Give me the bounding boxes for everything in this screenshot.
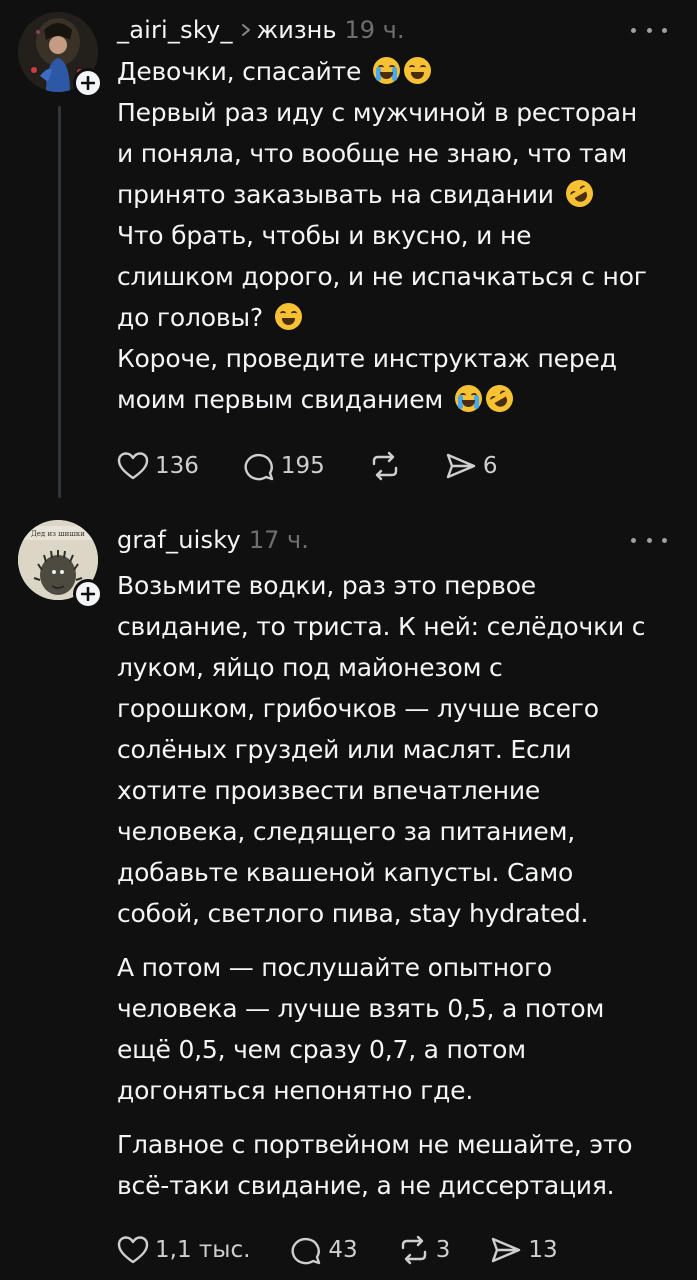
text-line: Что брать, чтобы и вкусно, и не (117, 221, 532, 250)
thread-line (58, 106, 61, 498)
text-line: слишком дорого, и не испачкаться с ног (117, 262, 647, 291)
text-line: собой, светлого пива, stay hydrated. (117, 899, 589, 928)
repost-icon (372, 451, 398, 481)
more-dots-icon (631, 537, 636, 543)
text-line: Возьмите водки, раз это первое (117, 571, 536, 600)
text-line: хотите произвести впечатление (117, 776, 541, 805)
more-dot (662, 27, 667, 33)
reply-button[interactable]: 43 (290, 1235, 358, 1265)
more-dot (662, 537, 667, 543)
follow-button[interactable] (73, 68, 103, 98)
heart-icon (117, 452, 149, 480)
send-icon (492, 1237, 521, 1263)
share-button[interactable]: 6 (445, 451, 498, 481)
text: моим первым свиданием (117, 385, 444, 414)
text-line: Главное с портвейном не мешайте, это (117, 1130, 633, 1159)
post-header: graf_uisky 17 ч. (117, 520, 309, 560)
paragraph: Возьмите водки, раз это первое свидание,… (117, 565, 677, 934)
text-line: догоняться непонятно где. (117, 1076, 474, 1105)
text: принято заказывать на свидании (117, 180, 554, 209)
post-time: 17 ч. (248, 526, 309, 554)
username[interactable]: graf_uisky (117, 526, 241, 554)
like-count: 1,1 тыс. (155, 1237, 251, 1263)
paragraph: Главное с портвейном не мешайте, это всё… (117, 1124, 677, 1206)
crying-face-emoji-icon (372, 57, 400, 84)
text-line: человека — лучше взять 0,5, а потом (117, 994, 605, 1023)
repost-icon (401, 1235, 426, 1265)
text-line: солёных груздей или маслят. Если (117, 735, 572, 764)
more-button[interactable] (631, 15, 667, 45)
reply-count: 43 (328, 1237, 358, 1263)
text-line: А потом — послушайте опытного (117, 953, 553, 982)
laughing-face-emoji-icon (274, 303, 302, 330)
repost-count: 3 (435, 1237, 451, 1263)
plus-icon (81, 76, 95, 90)
post-body: Девочки, спасайте Первый раз иду с мужчи… (117, 51, 677, 420)
share-count: 13 (528, 1237, 558, 1263)
text-line: всё-таки свидание, а не диссертация. (117, 1171, 615, 1200)
rofl-emoji-icon (480, 380, 518, 417)
more-dots-icon (631, 27, 636, 33)
text-line: ещё 0,5, чем сразу 0,7, а потом (117, 1035, 526, 1064)
like-button[interactable]: 136 (117, 451, 199, 481)
like-count: 136 (155, 453, 199, 479)
rofl-emoji-icon (560, 175, 598, 212)
chevron-right-icon (241, 18, 251, 43)
send-icon (446, 453, 476, 479)
text: до головы? (117, 303, 263, 332)
avatar-caption: Дед из шишки (31, 530, 85, 538)
text-line: Первый раз иду с мужчиной в ресторан (117, 98, 638, 127)
more-dot (646, 537, 652, 543)
post-header: _airi_sky_ жизнь 19 ч. (117, 10, 404, 50)
share-button[interactable]: 13 (490, 1235, 558, 1265)
text: Девочки, спасайте (117, 57, 362, 86)
text-line: луком, яйцо под майонезом с (117, 653, 503, 682)
plus-icon (81, 587, 95, 601)
text-line: добавьте квашеной капусты. Само (117, 858, 574, 887)
post-time: 19 ч. (344, 16, 405, 44)
text-line: и поняла, что вообще не знаю, что там (117, 139, 628, 168)
comment-icon (244, 453, 274, 481)
text-line: Девочки, спасайте (117, 57, 431, 86)
text-line: моим первым свиданием (117, 380, 518, 417)
post-body: Возьмите водки, раз это первое свидание,… (117, 565, 677, 1206)
post-actions: 136 195 6 (117, 446, 497, 486)
repost-button[interactable] (369, 451, 407, 481)
text-line: свидание, то триста. К ней: селёдочки с (117, 612, 646, 641)
repost-button[interactable]: 3 (398, 1235, 451, 1265)
post-actions: 1,1 тыс. 43 3 13 (117, 1230, 558, 1270)
share-count: 6 (482, 453, 498, 479)
laughing-face-emoji-icon (403, 57, 431, 84)
text-line: горошком, грибочков — лучше всего (117, 694, 599, 723)
text-line: принято заказывать на свидании (117, 175, 598, 212)
more-button[interactable] (631, 525, 667, 555)
reply-count: 195 (280, 453, 325, 479)
heart-icon (117, 1236, 149, 1264)
username[interactable]: _airi_sky_ (117, 16, 233, 44)
comment-icon (291, 1237, 321, 1265)
follow-button[interactable] (73, 579, 103, 609)
reply-button[interactable]: 195 (243, 451, 325, 481)
text-line: Короче, проведите инструктаж перед (117, 344, 617, 373)
text-line: человека, следящего за питанием, (117, 817, 576, 846)
like-button[interactable]: 1,1 тыс. (117, 1235, 250, 1265)
more-dot (646, 27, 652, 33)
paragraph: Девочки, спасайте Первый раз иду с мужчи… (117, 51, 677, 420)
crying-face-emoji-icon (454, 385, 482, 412)
paragraph: А потом — послушайте опытного человека —… (117, 947, 677, 1111)
community-name[interactable]: жизнь (257, 16, 337, 44)
text-line: до головы? (117, 303, 302, 332)
